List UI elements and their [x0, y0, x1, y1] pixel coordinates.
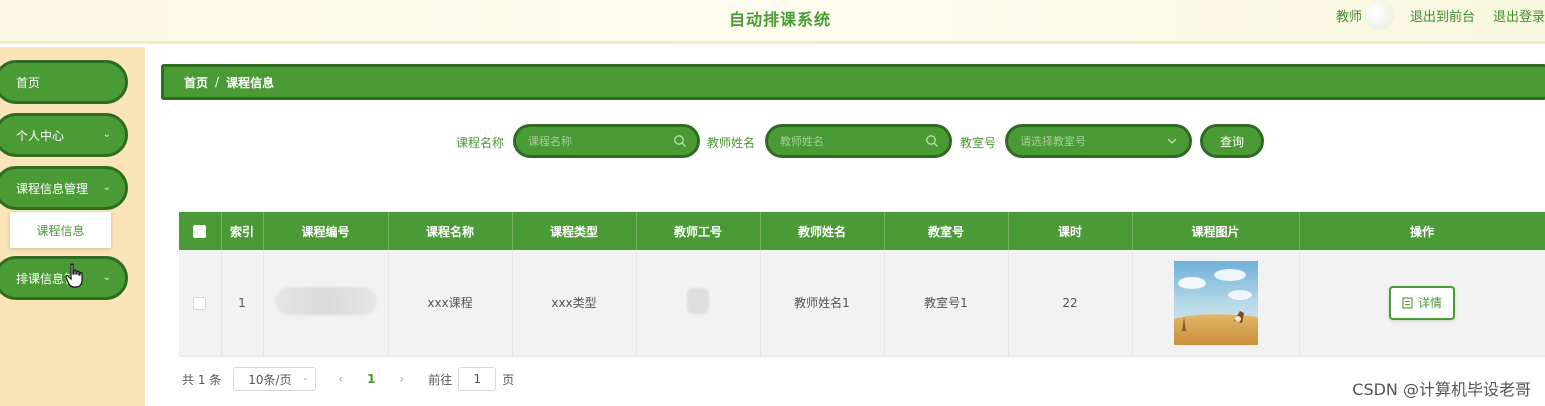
exit-to-front-link[interactable]: 退出到前台	[1410, 6, 1475, 25]
user-role-label: 教师	[1335, 9, 1362, 25]
table-row: 1 xxx课程 xxx类型 教师姓名1 教室号1 22 详情	[179, 250, 1545, 357]
goto-label: 前往	[428, 372, 453, 387]
sidebar-item-label: 首页	[16, 75, 41, 90]
table-header-row: 索引 课程编号 课程名称 课程类型 教师工号 教师姓名 教室号 课时 课程图片 …	[179, 212, 1545, 250]
chevron-down-icon: ⌄	[102, 182, 111, 193]
prev-page-icon[interactable]: ‹	[338, 372, 343, 386]
chevron-down-icon: ⌄	[102, 129, 111, 140]
chevron-down-icon: ⌄	[301, 373, 310, 383]
cell-index: 1	[221, 250, 264, 357]
next-page-icon[interactable]: ›	[399, 372, 404, 386]
chevron-down-icon: ⌄	[102, 272, 111, 283]
detail-button-label: 详情	[1417, 296, 1442, 311]
cell-hours: 22	[1008, 250, 1133, 357]
column-header: 操作	[1299, 212, 1545, 250]
total-count: 共 1 条	[182, 372, 222, 387]
cell-room: 教室号1	[884, 250, 1009, 357]
chevron-down-icon	[1167, 138, 1177, 144]
blurred-teacher-id	[687, 288, 709, 315]
row-checkbox[interactable]	[193, 296, 207, 310]
column-header: 教师姓名	[760, 212, 885, 250]
pagination: 共 1 条 10条/页 ⌄ ‹ 1 › 前往 1 页	[182, 367, 514, 391]
sidebar-item-label: 个人中心	[16, 128, 65, 143]
sidebar: 首页 个人中心 ⌄ 课程信息管理 ⌄ 课程信息 排课信息管 ⌄	[0, 47, 145, 406]
goto-page-input[interactable]: 1	[458, 367, 497, 391]
sidebar-item-label: 课程信息管理	[16, 181, 89, 196]
document-icon	[1402, 297, 1413, 309]
course-table: 索引 课程编号 课程名称 课程类型 教师工号 教师姓名 教室号 课时 课程图片 …	[179, 212, 1545, 357]
teacher-name-input[interactable]: 教师姓名	[765, 124, 952, 158]
cell-course-code	[263, 250, 389, 357]
sidebar-item-course-management[interactable]: 课程信息管理 ⌄	[0, 166, 128, 210]
teacher-name-label: 教师姓名	[707, 136, 756, 150]
search-icon	[926, 135, 938, 147]
column-header: 课程编号	[263, 212, 389, 250]
course-name-label: 课程名称	[456, 136, 505, 150]
logout-link[interactable]: 退出登录	[1493, 6, 1545, 25]
breadcrumb: 首页 / 课程信息	[161, 64, 1545, 100]
watermark: CSDN @计算机毕设老哥	[1352, 380, 1531, 399]
row-select-cell[interactable]	[179, 250, 222, 357]
breadcrumb-home[interactable]: 首页	[184, 74, 208, 91]
cell-course-type: xxx类型	[512, 250, 637, 357]
column-header: 课程类型	[512, 212, 637, 250]
select-all-checkbox[interactable]	[193, 225, 207, 238]
room-select[interactable]: 请选择教室号	[1005, 124, 1192, 158]
column-header: 索引	[221, 212, 264, 250]
header-user-area: 教师 退出到前台 退出登录	[1336, 0, 1545, 30]
sidebar-subitem-course-info[interactable]: 课程信息	[10, 212, 111, 248]
breadcrumb-separator: /	[215, 75, 220, 89]
column-header: 教师工号	[636, 212, 761, 250]
column-header: 课程名称	[388, 212, 513, 250]
blurred-course-code	[274, 287, 377, 316]
search-icon	[674, 135, 686, 147]
column-header: 课时	[1008, 212, 1133, 250]
avatar[interactable]	[1363, 0, 1394, 30]
room-placeholder: 请选择教室号	[1020, 135, 1086, 148]
cell-course-name: xxx课程	[388, 250, 513, 357]
query-button[interactable]: 查询	[1200, 124, 1264, 158]
teacher-name-placeholder: 教师姓名	[780, 135, 824, 148]
breadcrumb-current: 课程信息	[226, 75, 275, 90]
page-size-select[interactable]: 10条/页 ⌄	[233, 367, 317, 391]
course-name-input[interactable]: 课程名称	[513, 124, 700, 158]
select-all-cell[interactable]	[179, 212, 222, 250]
page-number-current[interactable]: 1	[367, 372, 375, 386]
column-header: 课程图片	[1132, 212, 1300, 250]
cell-course-image	[1132, 250, 1300, 357]
room-label: 教室号	[960, 136, 997, 150]
course-image-thumbnail[interactable]	[1173, 260, 1258, 345]
page-size-value: 10条/页	[248, 372, 292, 387]
column-header: 教室号	[884, 212, 1009, 250]
top-header: 自动排课系统 教师 退出到前台 退出登录	[0, 0, 1545, 44]
cell-teacher-name: 教师姓名1	[760, 250, 885, 357]
cell-teacher-id	[636, 250, 761, 357]
page-suffix-label: 页	[502, 372, 515, 387]
cell-actions: 详情	[1299, 250, 1545, 357]
sidebar-item-home[interactable]: 首页	[0, 60, 128, 104]
hand-cursor-icon	[65, 263, 83, 288]
detail-button[interactable]: 详情	[1389, 285, 1455, 320]
sidebar-item-personal-center[interactable]: 个人中心 ⌄	[0, 113, 128, 157]
course-name-placeholder: 课程名称	[528, 135, 572, 148]
app-title: 自动排课系统	[728, 10, 831, 29]
